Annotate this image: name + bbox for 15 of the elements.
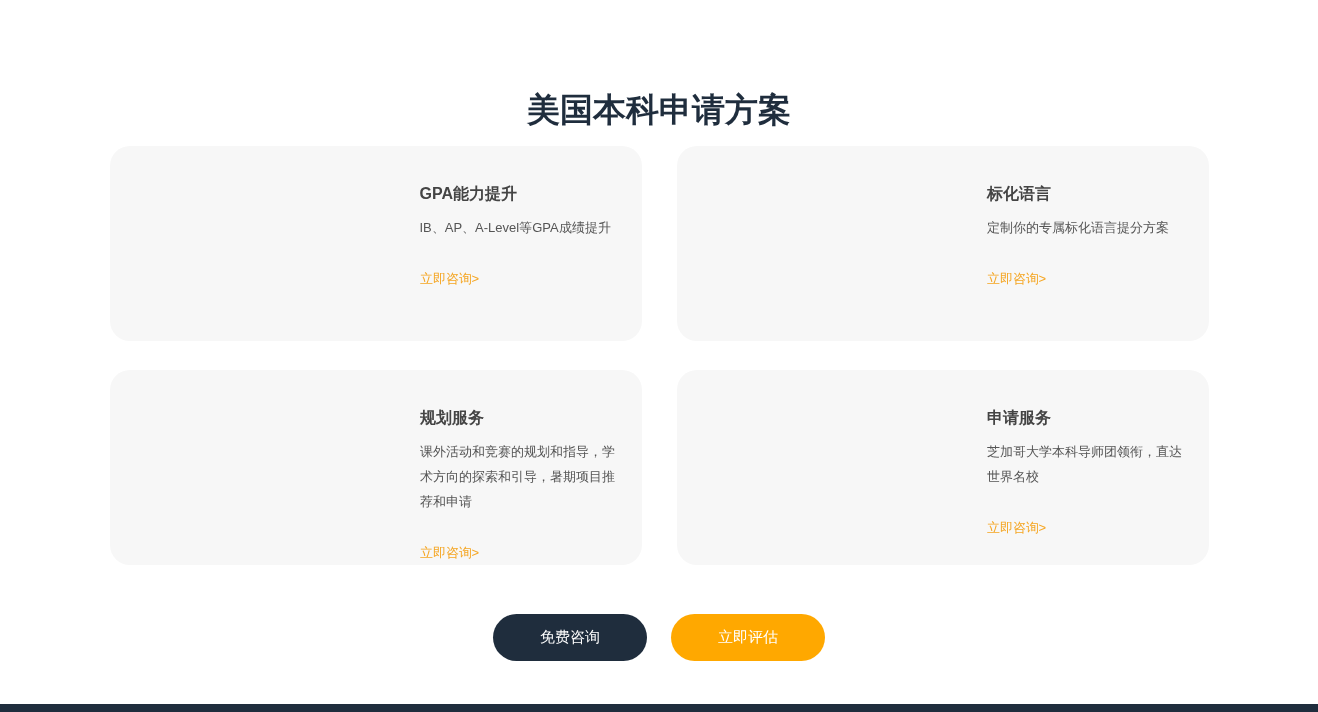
card-title: 标化语言: [986, 184, 1051, 204]
card-title: 规划服务: [419, 408, 484, 428]
card-description: 课外活动和竞赛的规划和指导，学术方向的探索和引导，暑期项目推荐和申请: [419, 443, 616, 511]
consult-link[interactable]: 立即咨询>: [986, 518, 1047, 538]
consult-link[interactable]: 立即咨询>: [419, 269, 480, 289]
consult-link[interactable]: 立即咨询>: [419, 543, 480, 563]
card-description: IB、AP、A-Level等GPA成绩提升: [419, 219, 612, 237]
card-title: 申请服务: [986, 408, 1051, 428]
action-button[interactable]: 立即评估: [671, 614, 825, 661]
consult-link[interactable]: 立即咨询>: [986, 269, 1047, 289]
card-description: 定制你的专属标化语言提分方案: [986, 219, 1170, 237]
card-title: GPA能力提升: [419, 184, 517, 204]
card-description: 芝加哥大学本科导师团领衔，直达世界名校: [986, 443, 1183, 486]
action-button[interactable]: 免费咨询: [493, 614, 647, 661]
section-heading: 美国本科申请方案: [527, 90, 791, 130]
